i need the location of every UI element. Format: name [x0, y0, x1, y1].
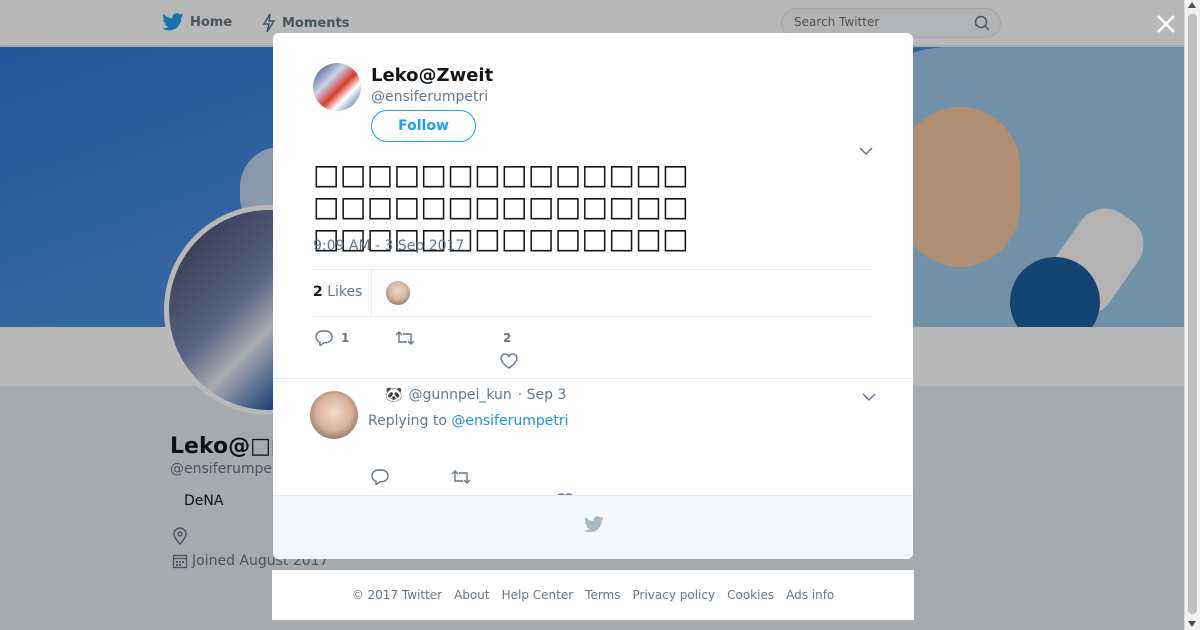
liker-avatar[interactable]	[386, 281, 410, 305]
scroll-down-arrow[interactable]	[1188, 621, 1196, 627]
author-handle[interactable]: @ensiferumpetri	[371, 89, 488, 105]
like-count: 2	[503, 331, 512, 345]
retweet-icon	[451, 470, 471, 484]
footer-link-help-center[interactable]: Help Center	[502, 588, 574, 602]
author-avatar[interactable]	[313, 63, 361, 111]
footer-copyright: © 2017 Twitter	[351, 588, 443, 602]
footer-link-terms[interactable]: Terms	[585, 588, 620, 602]
footer-link-ads-info[interactable]: Ads info	[786, 588, 834, 602]
reply-reply-button[interactable]	[371, 469, 389, 485]
modal-footer	[273, 495, 913, 559]
replying-to-handle[interactable]: @ensiferumpetri	[451, 413, 568, 429]
reply-retweet-button[interactable]	[451, 469, 471, 485]
reply-header: 🐼 @gunnpei_kun · Sep 3	[385, 387, 566, 403]
reply-author-handle[interactable]: @gunnpei_kun	[408, 387, 511, 403]
scrollbar-thumb[interactable]	[1188, 14, 1197, 614]
author-name[interactable]: Leko@Zweit	[371, 65, 493, 86]
likes-label: Likes	[327, 284, 363, 300]
reply-divider	[273, 378, 913, 379]
heart-icon	[500, 353, 518, 369]
like-button[interactable]	[500, 353, 518, 369]
chevron-down-icon[interactable]	[862, 392, 876, 402]
retweet-icon	[395, 331, 415, 345]
reply-author-avatar[interactable]	[310, 391, 358, 439]
scrollbar[interactable]	[1184, 0, 1200, 630]
scroll-up-arrow[interactable]	[1188, 2, 1196, 8]
reply-date[interactable]: · Sep 3	[518, 387, 567, 403]
likes-stat[interactable]: 2 Likes	[313, 284, 362, 300]
reply-author-emoji[interactable]: 🐼	[385, 387, 402, 403]
tweet-modal: Leko@Zweit @ensiferumpetri Follow □□□□□□…	[273, 33, 913, 559]
tweet-stats: 2 Likes	[313, 269, 873, 317]
footer-link-cookies[interactable]: Cookies	[727, 588, 774, 602]
chevron-down-icon[interactable]	[859, 146, 873, 156]
reply-icon	[371, 469, 389, 485]
follow-button[interactable]: Follow	[371, 110, 476, 142]
reply-count: 1	[341, 331, 350, 345]
reply-button[interactable]: 1	[315, 330, 349, 346]
reply-icon	[315, 330, 333, 346]
likes-count: 2	[313, 284, 323, 300]
stats-divider	[371, 270, 372, 317]
tweet-timestamp[interactable]: 9:09 AM - 3 Sep 2017	[313, 238, 464, 254]
footer-link-about[interactable]: About	[454, 588, 489, 602]
footer-link-privacy[interactable]: Privacy policy	[633, 588, 716, 602]
retweet-button[interactable]	[395, 330, 423, 346]
replying-to-label: Replying to	[368, 413, 447, 429]
twitter-bird-icon	[584, 516, 604, 533]
footer-links: © 2017 Twitter About Help Center Terms P…	[272, 570, 914, 620]
close-icon[interactable]	[1154, 12, 1178, 36]
replying-to: Replying to @ensiferumpetri	[368, 413, 569, 429]
